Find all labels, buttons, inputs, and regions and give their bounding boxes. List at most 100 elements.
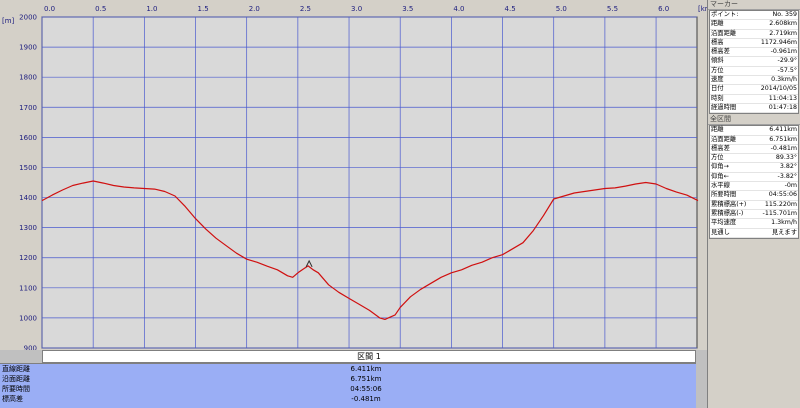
section-info-value: 1.3km/h [771,219,797,227]
marker-info-label: 日付 [711,85,724,93]
y-tick-label: 1600 [19,134,37,142]
plot-background [41,16,698,349]
marker-info-value: 2.608km [769,20,797,28]
section-info-value: 6.411km [769,126,797,134]
x-tick-label: 3.5 [402,5,413,13]
y-tick-label: 1500 [19,164,37,172]
y-tick-label: 1100 [19,284,37,292]
marker-info-value: -29.9° [777,57,797,65]
marker-info-value: 2014/10/05 [760,85,797,93]
marker-info-value: -0.961m [770,48,797,56]
section-info-label: 仰角→ [711,163,729,171]
section-info-value: 115.220m [764,200,797,208]
marker-info-table: ポイント: No. 359 距離 2.608km 沿面距離 2.719km 標高 1172.9… [709,10,799,115]
elevation-profile-chart[interactable]: 0.0 0.5 1.0 1.5 2.0 2.5 3.0 3.5 4.0 4.5 5.0 5.5 6.0 2… [0,0,707,350]
x-tick-label: 2.5 [300,5,311,13]
marker-info-label: ポイント: [711,11,739,18]
section-info-label: 累積標高(-) [711,209,744,217]
marker-info-row: 距離 2.608km [710,20,798,30]
section-info-value: 6.751km [769,135,797,143]
marker-info-value: 0.3km/h [771,76,797,84]
y-tick-label: 1400 [19,194,37,202]
summary-row: 沿面距離 6.751km [0,375,696,384]
section-info-value: -115.701m [762,209,797,217]
marker-info-row: 時刻 11:04:13 [710,95,798,104]
section-info-label: 平均速度 [711,219,737,227]
summary-value: 04:55:06 [350,385,382,393]
summary-label: 直線距離 [2,365,30,373]
section-info-row: 所要時間 04:55:06 [710,191,798,201]
section-info-table: 距離 6.411km 沿面距離 6.751km 標高差 -0.481m 方位 89.33° 仰角… [709,125,799,239]
marker-info-row: 日付 2014/10/05 [710,85,798,95]
marker-info-label: 沿面距離 [711,29,737,37]
y-tick-label: 1800 [19,74,37,82]
marker-info-label: 傾斜 [711,57,724,65]
section-info-row: 見通し 見えます [710,229,798,238]
marker-info-label: 方位 [711,66,724,74]
x-tick-label: 3.0 [351,5,362,13]
section-info-label: 距離 [711,126,724,134]
section-info-row: 水平線 -0m [710,182,798,192]
marker-info-row: 傾斜 -29.9° [710,57,798,67]
section-info-value: -0.481m [770,144,797,152]
section-info-row: 累積標高(+) 115.220m [710,201,798,210]
section-panel-title: 全区間 [708,115,800,126]
section-info-label: 標高差 [711,144,730,152]
y-tick-label: 1300 [19,224,37,232]
section-info-row: 累積標高(-) -115.701m [710,209,798,220]
summary-value: 6.411km [350,365,382,373]
marker-info-label: 標高差 [711,48,730,56]
y-tick-label: 1000 [19,314,37,322]
section-info-label: 方位 [711,154,724,162]
marker-info-row: 経過時間 01:47:18 [710,103,798,114]
marker-info-label: 時刻 [711,94,724,102]
section-info-label: 沿面距離 [711,135,737,143]
summary-label: 所要時間 [2,385,30,393]
y-tick-label: 900 [24,345,37,351]
x-tick-label: 4.0 [453,5,464,13]
summary-label: 標高差 [2,395,23,403]
section-info-value: 04:55:06 [768,191,797,199]
section-summary: 直線距離 6.411km 沿面距離 6.751km 所要時間 04:55:06 … [0,363,696,408]
y-tick-label: 1900 [19,44,37,52]
summary-row: 所要時間 04:55:06 [0,385,696,394]
y-tick-label: 1700 [19,104,37,112]
section-info-row: 平均速度 1.3km/h [710,219,798,229]
section-info-value: -0m [784,182,797,190]
marker-info-value: 11:04:13 [768,94,797,102]
marker-info-row: 方位 -57.5° [710,66,798,77]
marker-panel-title: マーカー [708,0,800,10]
marker-info-value: 01:47:18 [768,103,797,111]
section-info-row: 距離 6.411km [710,126,798,136]
x-tick-label: 6.0 [658,5,669,13]
section-info-row: 仰角→ 3.82° [710,163,798,173]
section-info-value: 89.33° [775,154,797,162]
info-panel: マーカー ポイント: No. 359 距離 2.608km 沿面距離 2.719km 標高 1… [707,0,800,408]
summary-value: 6.751km [350,375,382,383]
y-tick-label: 1200 [19,254,37,262]
x-unit-label: [km] [698,5,707,13]
x-tick-label: 2.0 [249,5,260,13]
summary-row: 標高差 -0.481m [0,395,696,404]
section-header[interactable]: 区間 1 [42,350,696,363]
marker-info-value: 1172.946m [760,38,797,46]
marker-info-label: 速度 [711,76,724,84]
x-tick-label: 4.5 [505,5,516,13]
marker-info-label: 距離 [711,20,724,28]
marker-info-row: 沿面距離 2.719km [710,30,798,39]
marker-info-value: No. 359 [772,11,797,18]
section-info-value: 3.82° [779,163,797,171]
x-tick-label: 5.5 [607,5,618,13]
marker-info-row: 速度 0.3km/h [710,76,798,86]
section-info-value: -3.82° [777,172,797,180]
section-info-row: 仰角← -3.82° [710,172,798,183]
section-info-row: 沿面距離 6.751km [710,136,798,145]
marker-info-row: ポイント: No. 359 [710,11,798,21]
marker-info-label: 経過時間 [711,103,737,111]
marker-info-value: -57.5° [777,66,797,74]
section-info-value: 見えます [771,228,797,236]
summary-value: -0.481m [351,395,381,403]
x-tick-label: 0.5 [95,5,106,13]
y-unit-label: [m] [2,17,15,25]
chart-area[interactable]: 0.0 0.5 1.0 1.5 2.0 2.5 3.0 3.5 4.0 4.5 5.0 5.5 6.0 2… [0,0,707,350]
